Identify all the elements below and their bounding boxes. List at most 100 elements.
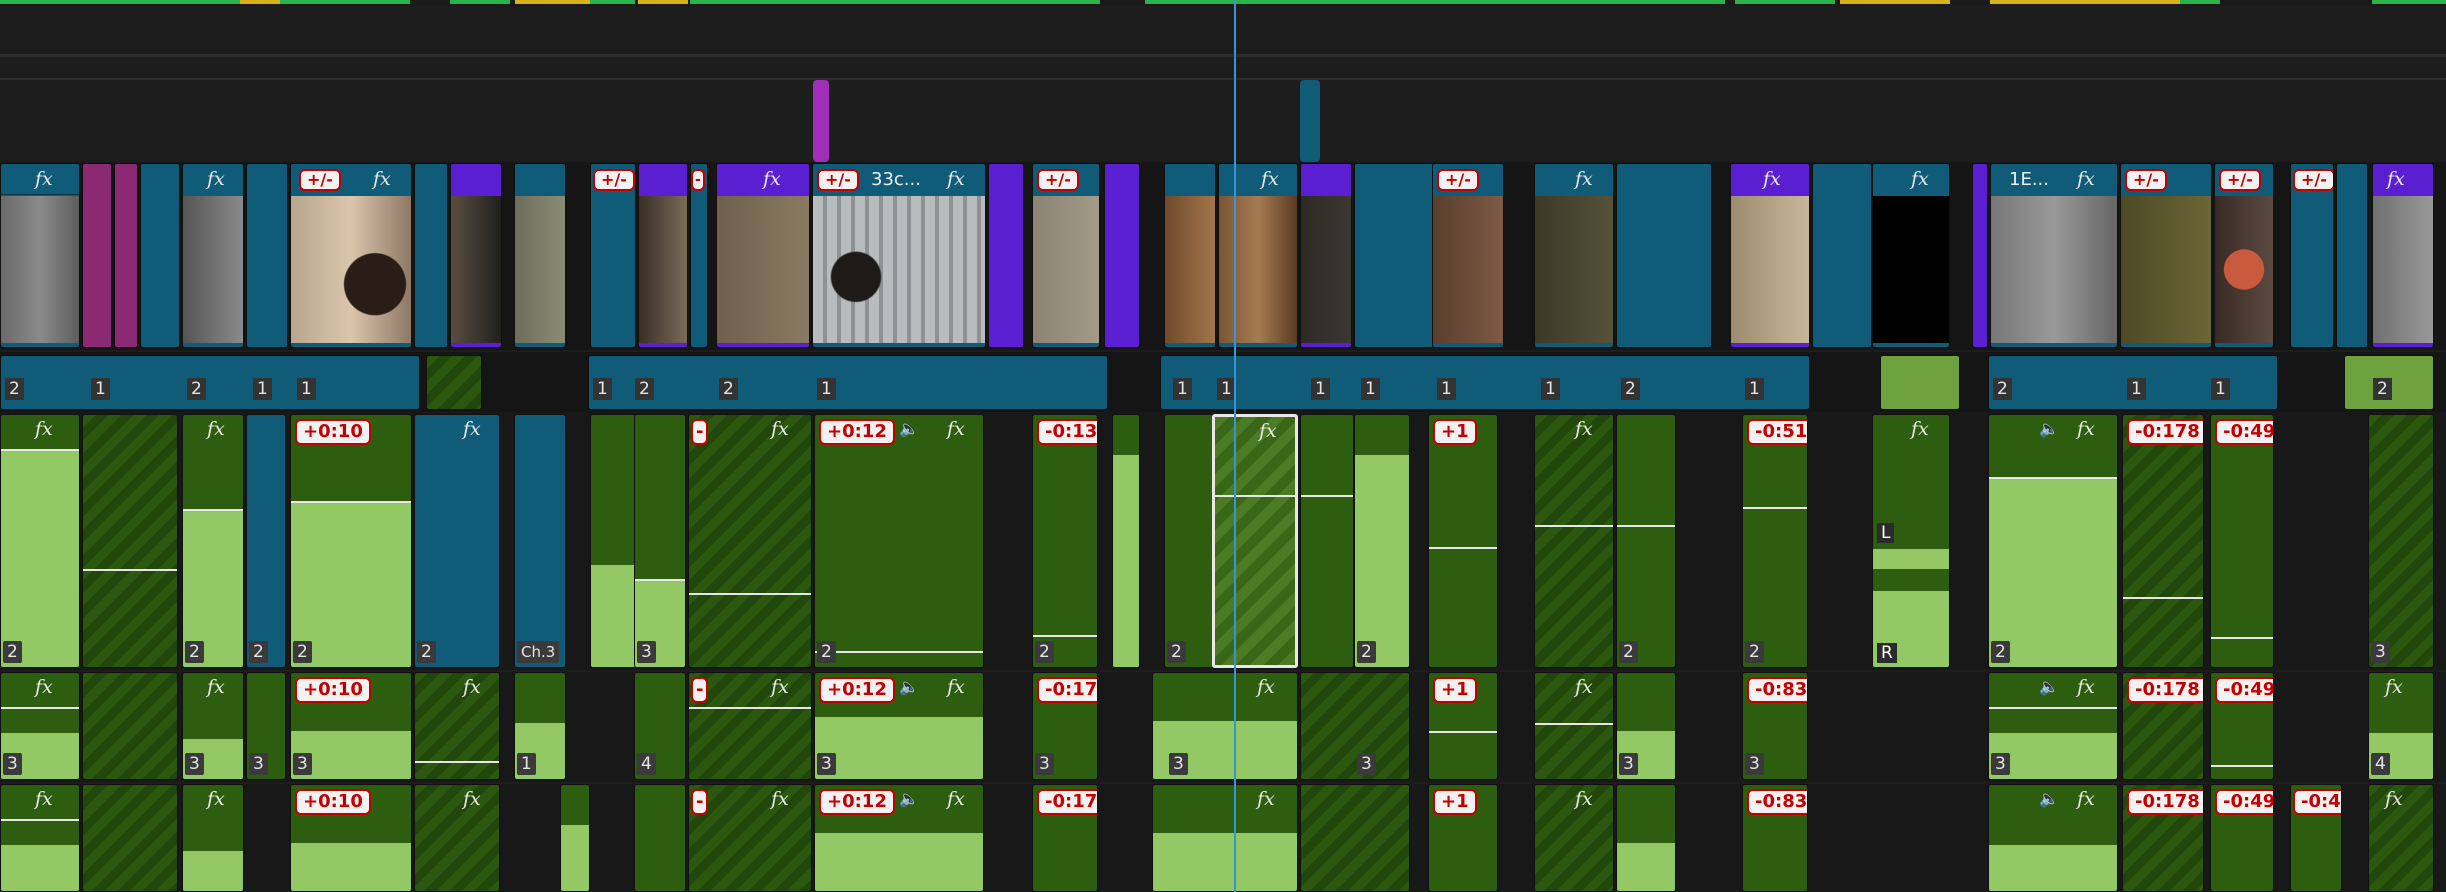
video-clip-lower[interactable] [426,355,482,410]
video-clip-lower[interactable] [1880,355,1960,410]
audio-clip[interactable]: -0:17 3 [1032,672,1098,780]
audio-clip[interactable]: fx 4 [2368,672,2434,780]
time-ruler[interactable] [0,0,2446,6]
audio-clip[interactable]: -0:178 [2122,784,2204,892]
audio-clip[interactable]: 1 [514,672,566,780]
audio-clip[interactable]: 3 [2368,414,2434,668]
audio-clip[interactable]: -0:178 [2122,414,2204,668]
video-clip[interactable]: +/- [2120,163,2212,348]
playhead-line[interactable] [1234,0,1236,892]
audio-clip[interactable]: +0:10 3 [290,672,412,780]
audio-clip[interactable] [82,672,178,780]
audio-clip[interactable]: fx 2 [414,414,500,668]
audio-clip[interactable] [1300,784,1410,892]
video-clip[interactable] [1164,163,1216,348]
video-clip[interactable]: +/- [1032,163,1100,348]
audio-clip[interactable]: fx [182,784,244,892]
audio-clip[interactable]: 3 [246,672,286,780]
audio-clip-selected[interactable]: fx [1212,414,1298,668]
nested-sequence-clip[interactable] [450,163,502,348]
audio-clip[interactable]: +1 [1428,414,1498,668]
video-clip-lower[interactable]: 1 2 2 1 [588,355,1108,410]
audio-clip[interactable]: - fx [688,672,812,780]
nested-sequence-clip[interactable]: fx [716,163,810,348]
video-clip[interactable]: fx [1872,163,1950,348]
audio-clip[interactable]: fx [1534,672,1614,780]
audio-clip[interactable]: +1 [1428,784,1498,892]
audio-clip[interactable] [560,784,590,892]
nested-sequence-clip[interactable] [1104,163,1140,348]
video-clip[interactable] [514,163,566,348]
video-clip[interactable]: +/- [1432,163,1504,348]
video-clip-lower[interactable]: 2 1 2 1 1 [0,355,420,410]
audio-clip[interactable]: fx [1534,784,1614,892]
video-clip-lower[interactable]: 1 1 1 1 1 1 2 1 [1160,355,1810,410]
audio-clip[interactable]: 2 [1164,414,1214,668]
audio-clip[interactable]: 2 [1616,414,1676,668]
audio-clip[interactable]: 3 [1616,672,1676,780]
clip-marker[interactable] [1300,80,1320,162]
audio-clip[interactable]: 3 [634,414,686,668]
audio-clip[interactable]: +0:10 [290,784,412,892]
nested-sequence-clip[interactable]: fx [2372,163,2434,348]
clip-marker[interactable] [813,80,829,162]
audio-clip[interactable]: +0:10 2 [290,414,412,668]
audio-clip[interactable]: fx [414,672,500,780]
audio-clip[interactable]: - fx [688,784,812,892]
video-clip[interactable] [114,163,138,348]
audio-clip[interactable]: fx 2 [182,414,244,668]
video-clip[interactable]: +/- [2290,163,2334,348]
audio-clip[interactable]: fx 3 [1152,672,1298,780]
audio-clip[interactable]: fx L R [1872,414,1950,668]
video-clip[interactable]: +/- 33c... fx [812,163,986,348]
audio-clip[interactable]: -0:178 [2122,672,2204,780]
video-clip[interactable]: +/- fx [290,163,412,348]
audio-clip[interactable]: 2 [1354,414,1410,668]
nested-sequence-clip[interactable] [638,163,688,348]
audio-clip[interactable]: +1 [1428,672,1498,780]
audio-clip[interactable]: 3 [1300,672,1410,780]
audio-clip[interactable]: -0:83 3 [1742,672,1808,780]
video-clip[interactable] [140,163,180,348]
audio-clip[interactable] [1616,784,1676,892]
video-clip[interactable] [2336,163,2368,348]
audio-clip[interactable]: +0:12 🔈 fx 3 [814,672,984,780]
video-clip[interactable] [1616,163,1712,348]
audio-clip[interactable]: fx [1152,784,1298,892]
nested-sequence-clip[interactable] [988,163,1024,348]
nested-sequence-clip[interactable] [1300,163,1352,348]
audio-clip[interactable] [82,784,178,892]
audio-clip[interactable]: -0:17 [1032,784,1098,892]
audio-clip[interactable]: -0:13 2 [1032,414,1098,668]
nested-sequence-clip[interactable] [1972,163,1988,348]
audio-clip[interactable]: 2 [246,414,286,668]
audio-clip[interactable]: fx [1534,414,1614,668]
video-clip[interactable] [414,163,448,348]
audio-clip[interactable]: 4 [634,672,686,780]
video-clip-lower[interactable]: 2 1 1 [1988,355,2278,410]
video-clip[interactable]: fx [1534,163,1614,348]
audio-clip[interactable]: fx 3 [0,672,80,780]
audio-clip[interactable]: -0:83 [1742,784,1808,892]
audio-clip[interactable]: -0:4 [2290,784,2342,892]
audio-clip[interactable]: Ch.3 [514,414,566,668]
audio-clip[interactable]: fx 3 [182,672,244,780]
video-clip[interactable] [246,163,288,348]
audio-clip[interactable]: fx [0,784,80,892]
video-clip[interactable] [1812,163,1872,348]
audio-clip[interactable]: -0:49 [2210,414,2274,668]
video-clip[interactable]: 1E... fx [1990,163,2118,348]
audio-clip[interactable]: -0:49 [2210,672,2274,780]
video-clip[interactable]: fx [1218,163,1298,348]
video-clip[interactable]: +/- [590,163,636,348]
audio-clip[interactable]: fx 2 [0,414,80,668]
video-clip[interactable]: +/- [2214,163,2274,348]
audio-clip[interactable]: 🔈 fx 3 [1988,672,2118,780]
audio-clip[interactable] [1300,414,1354,668]
video-clip[interactable]: - [690,163,708,348]
video-clip[interactable]: fx [182,163,244,348]
audio-clip[interactable]: +0:12 🔈 fx 2 [814,414,984,668]
audio-clip[interactable] [82,414,178,668]
audio-clip[interactable] [634,784,686,892]
audio-clip[interactable]: - fx [688,414,812,668]
